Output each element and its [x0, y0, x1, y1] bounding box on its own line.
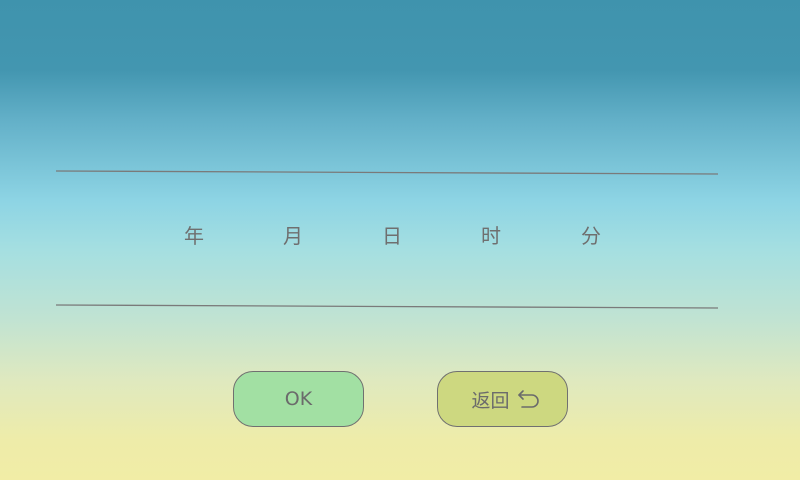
hour-column-label[interactable]: 时	[471, 222, 511, 250]
ok-button[interactable]: OK	[233, 371, 364, 427]
return-arrow-icon	[517, 390, 539, 408]
month-column-label[interactable]: 月	[273, 222, 313, 250]
picker-unit-row: 年 月 日 时 分	[0, 222, 800, 250]
back-button-label: 返回	[471, 389, 510, 412]
datetime-picker-screen: 年 月 日 时 分 OK 返回	[0, 0, 800, 480]
day-column-label[interactable]: 日	[372, 222, 412, 250]
minute-column-label[interactable]: 分	[571, 222, 611, 250]
ok-button-label: OK	[284, 388, 313, 410]
picker-bottom-divider	[55, 304, 719, 309]
back-button[interactable]: 返回	[437, 371, 568, 427]
year-column-label[interactable]: 年	[174, 222, 214, 250]
picker-top-divider	[55, 170, 719, 175]
